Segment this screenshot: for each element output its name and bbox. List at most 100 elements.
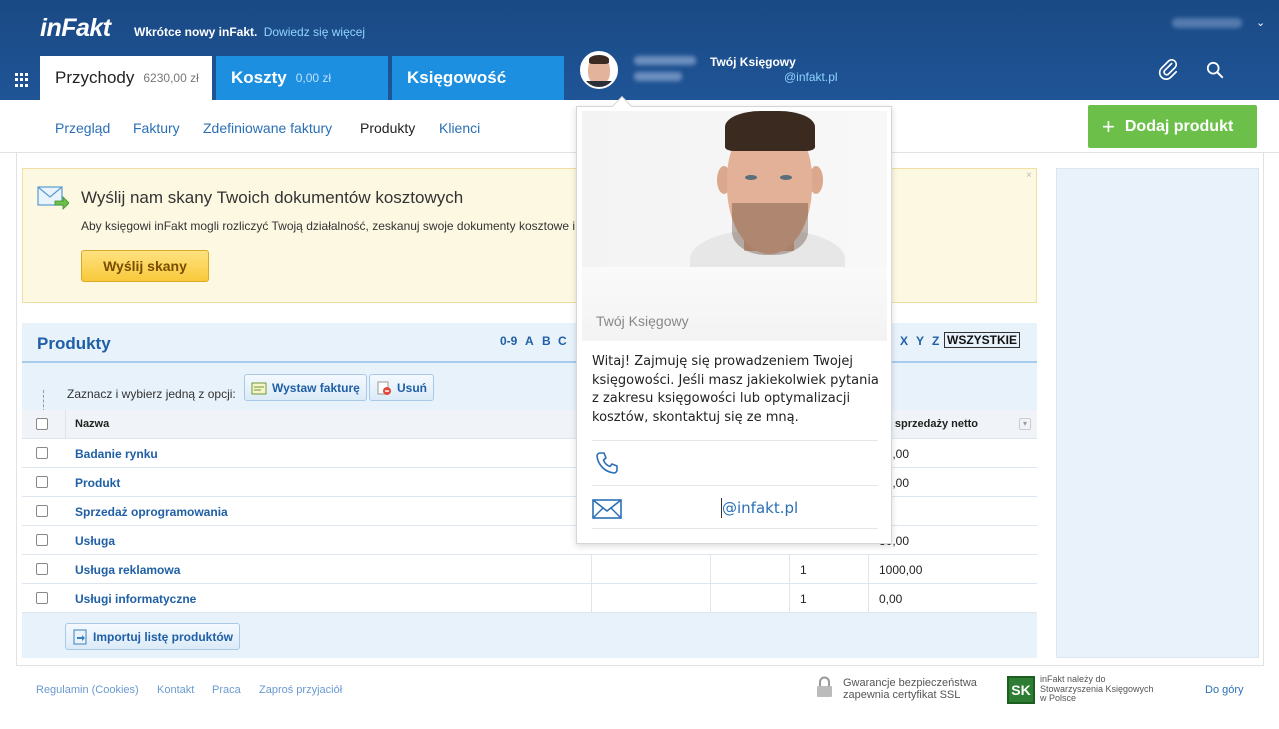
footer: Regulamin (Cookies) Kontakt Praca Zaproś… (0, 668, 1279, 729)
row-checkbox[interactable] (36, 592, 48, 604)
tab-ksiegowosc[interactable]: Księgowość (392, 56, 564, 100)
column-name[interactable]: Nazwa (75, 418, 109, 430)
issue-invoice-label: Wystaw fakturę (272, 380, 360, 395)
product-price: 1000,00 (879, 563, 923, 577)
search-icon[interactable] (1206, 61, 1224, 79)
top-bar: inFakt Wkrótce nowy inFakt. Dowiedz się … (0, 0, 1279, 100)
divider (592, 485, 878, 486)
accountant-popup: Twój Księgowy Witaj! Zajmuję się prowadz… (576, 96, 892, 544)
accountant-surname-blurred (634, 72, 682, 81)
product-name[interactable]: Produkt (75, 476, 120, 490)
apps-grid-icon[interactable] (15, 73, 29, 87)
invoice-icon (251, 382, 267, 394)
products-title: Produkty (37, 334, 111, 353)
select-hint: Zaznacz i wybierz jedną z opcji: (67, 387, 236, 401)
table-row[interactable]: Usługa reklamowa 1 1000,00 (22, 555, 1037, 584)
product-qty: 1 (800, 592, 807, 606)
send-scans-button[interactable]: Wyślij skany (81, 250, 209, 282)
select-all-checkbox[interactable] (36, 418, 48, 430)
sk-line-3: w Polsce (1040, 693, 1077, 703)
tab-label: Koszty (231, 68, 287, 87)
divider (592, 528, 878, 529)
footer-link-kontakt[interactable]: Kontakt (157, 684, 194, 696)
row-checkbox[interactable] (36, 534, 48, 546)
tab-koszty[interactable]: Koszty 0,00 zł (216, 56, 388, 100)
back-to-top-link[interactable]: Do góry (1205, 684, 1244, 696)
accountant-email[interactable]: @infakt.pl (784, 70, 838, 84)
column-net-price[interactable]: na sprzedaży netto (879, 418, 978, 430)
footer-link-regulamin[interactable]: Regulamin (Cookies) (36, 684, 139, 696)
product-name[interactable]: Sprzedaż oprogramowania (75, 505, 228, 519)
product-name[interactable]: Usługi informatyczne (75, 592, 196, 606)
tab-label: Księgowość (407, 68, 507, 87)
selection-arrow-icon (43, 390, 45, 412)
user-name[interactable] (1172, 18, 1242, 28)
paperclip-icon[interactable] (1157, 58, 1179, 80)
ssl-line-2: zapewnia certyfikat SSL (843, 689, 961, 701)
alpha-filter-all[interactable]: WSZYSTKIE (944, 332, 1021, 348)
announcement-text: Wkrótce nowy inFakt. (134, 25, 258, 39)
subnav-przeglad[interactable]: Przegląd (55, 120, 110, 136)
delete-icon (377, 381, 391, 395)
import-products-button[interactable]: Importuj listę produktów (65, 623, 240, 650)
product-name[interactable]: Badanie rynku (75, 447, 158, 461)
right-sidebar (1056, 168, 1259, 658)
subnav-faktury[interactable]: Faktury (133, 120, 180, 136)
alpha-filter-y[interactable]: Y (916, 334, 924, 348)
alpha-filter-b[interactable]: B (542, 334, 551, 348)
import-icon (73, 629, 87, 644)
alpha-filter-z[interactable]: Z (932, 334, 939, 348)
close-icon[interactable]: × (1026, 170, 1032, 181)
banner-title: Wyślij nam skany Twoich dokumentów koszt… (81, 188, 464, 207)
plus-icon: + (1102, 113, 1115, 139)
footer-link-invite[interactable]: Zaproś przyjaciół (259, 684, 342, 696)
accountant-title: Twój Księgowy (710, 55, 796, 69)
chevron-down-icon[interactable]: ⌄ (1256, 16, 1265, 29)
subnav-produkty[interactable]: Produkty (360, 120, 415, 136)
divider (592, 440, 878, 441)
popup-email[interactable]: @infakt.pl (722, 499, 798, 517)
alpha-filter-0-9[interactable]: 0-9 (500, 334, 517, 348)
subnav-zdefiniowane-faktury[interactable]: Zdefiniowane faktury (203, 120, 332, 136)
ssl-info: Gwarancje bezpieczeństwa zapewnia certyf… (843, 677, 977, 701)
delete-label: Usuń (397, 380, 427, 395)
sort-dropdown-icon[interactable]: ▾ (1019, 418, 1031, 430)
mail-icon[interactable] (592, 499, 622, 519)
infakt-logo[interactable]: inFakt (40, 14, 111, 43)
product-name[interactable]: Usługa (75, 534, 115, 548)
announcement-link[interactable]: Dowiedz się więcej (264, 25, 365, 39)
row-checkbox[interactable] (36, 505, 48, 517)
issue-invoice-button[interactable]: Wystaw fakturę (244, 374, 367, 401)
envelope-arrow-icon (37, 186, 69, 210)
product-qty: 1 (800, 563, 807, 577)
ssl-line-1: Gwarancje bezpieczeństwa (843, 677, 977, 689)
accountant-name-blurred (634, 56, 696, 65)
sk-association-logo[interactable]: SK (1007, 676, 1035, 704)
subnav-klienci[interactable]: Klienci (439, 120, 480, 136)
product-price: 0,00 (879, 592, 903, 606)
accountant-photo (582, 111, 887, 267)
sk-association-text: inFakt należy do Stowarzyszenia Księgowy… (1040, 674, 1154, 704)
alpha-filter-x[interactable]: X (900, 334, 908, 348)
table-row[interactable]: Usługi informatyczne 1 0,00 (22, 584, 1037, 613)
alpha-filter-a[interactable]: A (525, 334, 534, 348)
product-name[interactable]: Usługa reklamowa (75, 563, 180, 577)
phone-icon[interactable] (595, 451, 619, 475)
tab-amount: 6230,00 zł (143, 71, 199, 85)
delete-button[interactable]: Usuń (369, 374, 434, 401)
tab-przychody[interactable]: Przychody 6230,00 zł (40, 56, 212, 100)
tab-label: Przychody (55, 68, 135, 87)
add-product-button[interactable]: + Dodaj produkt (1088, 105, 1257, 148)
add-product-label: Dodaj produkt (1124, 117, 1234, 135)
footer-link-praca[interactable]: Praca (212, 684, 241, 696)
tab-amount: 0,00 zł (295, 71, 332, 85)
announcement: Wkrótce nowy inFakt. Dowiedz się więcej (134, 25, 365, 39)
row-checkbox[interactable] (36, 476, 48, 488)
accountant-avatar[interactable] (580, 51, 618, 89)
lock-icon (817, 676, 832, 697)
row-checkbox[interactable] (36, 447, 48, 459)
alpha-filter-c[interactable]: C (558, 334, 567, 348)
popup-description: Witaj! Zajmuję się prowadzeniem Twojej k… (592, 354, 879, 425)
import-products-label: Importuj listę produktów (93, 629, 233, 644)
row-checkbox[interactable] (36, 563, 48, 575)
